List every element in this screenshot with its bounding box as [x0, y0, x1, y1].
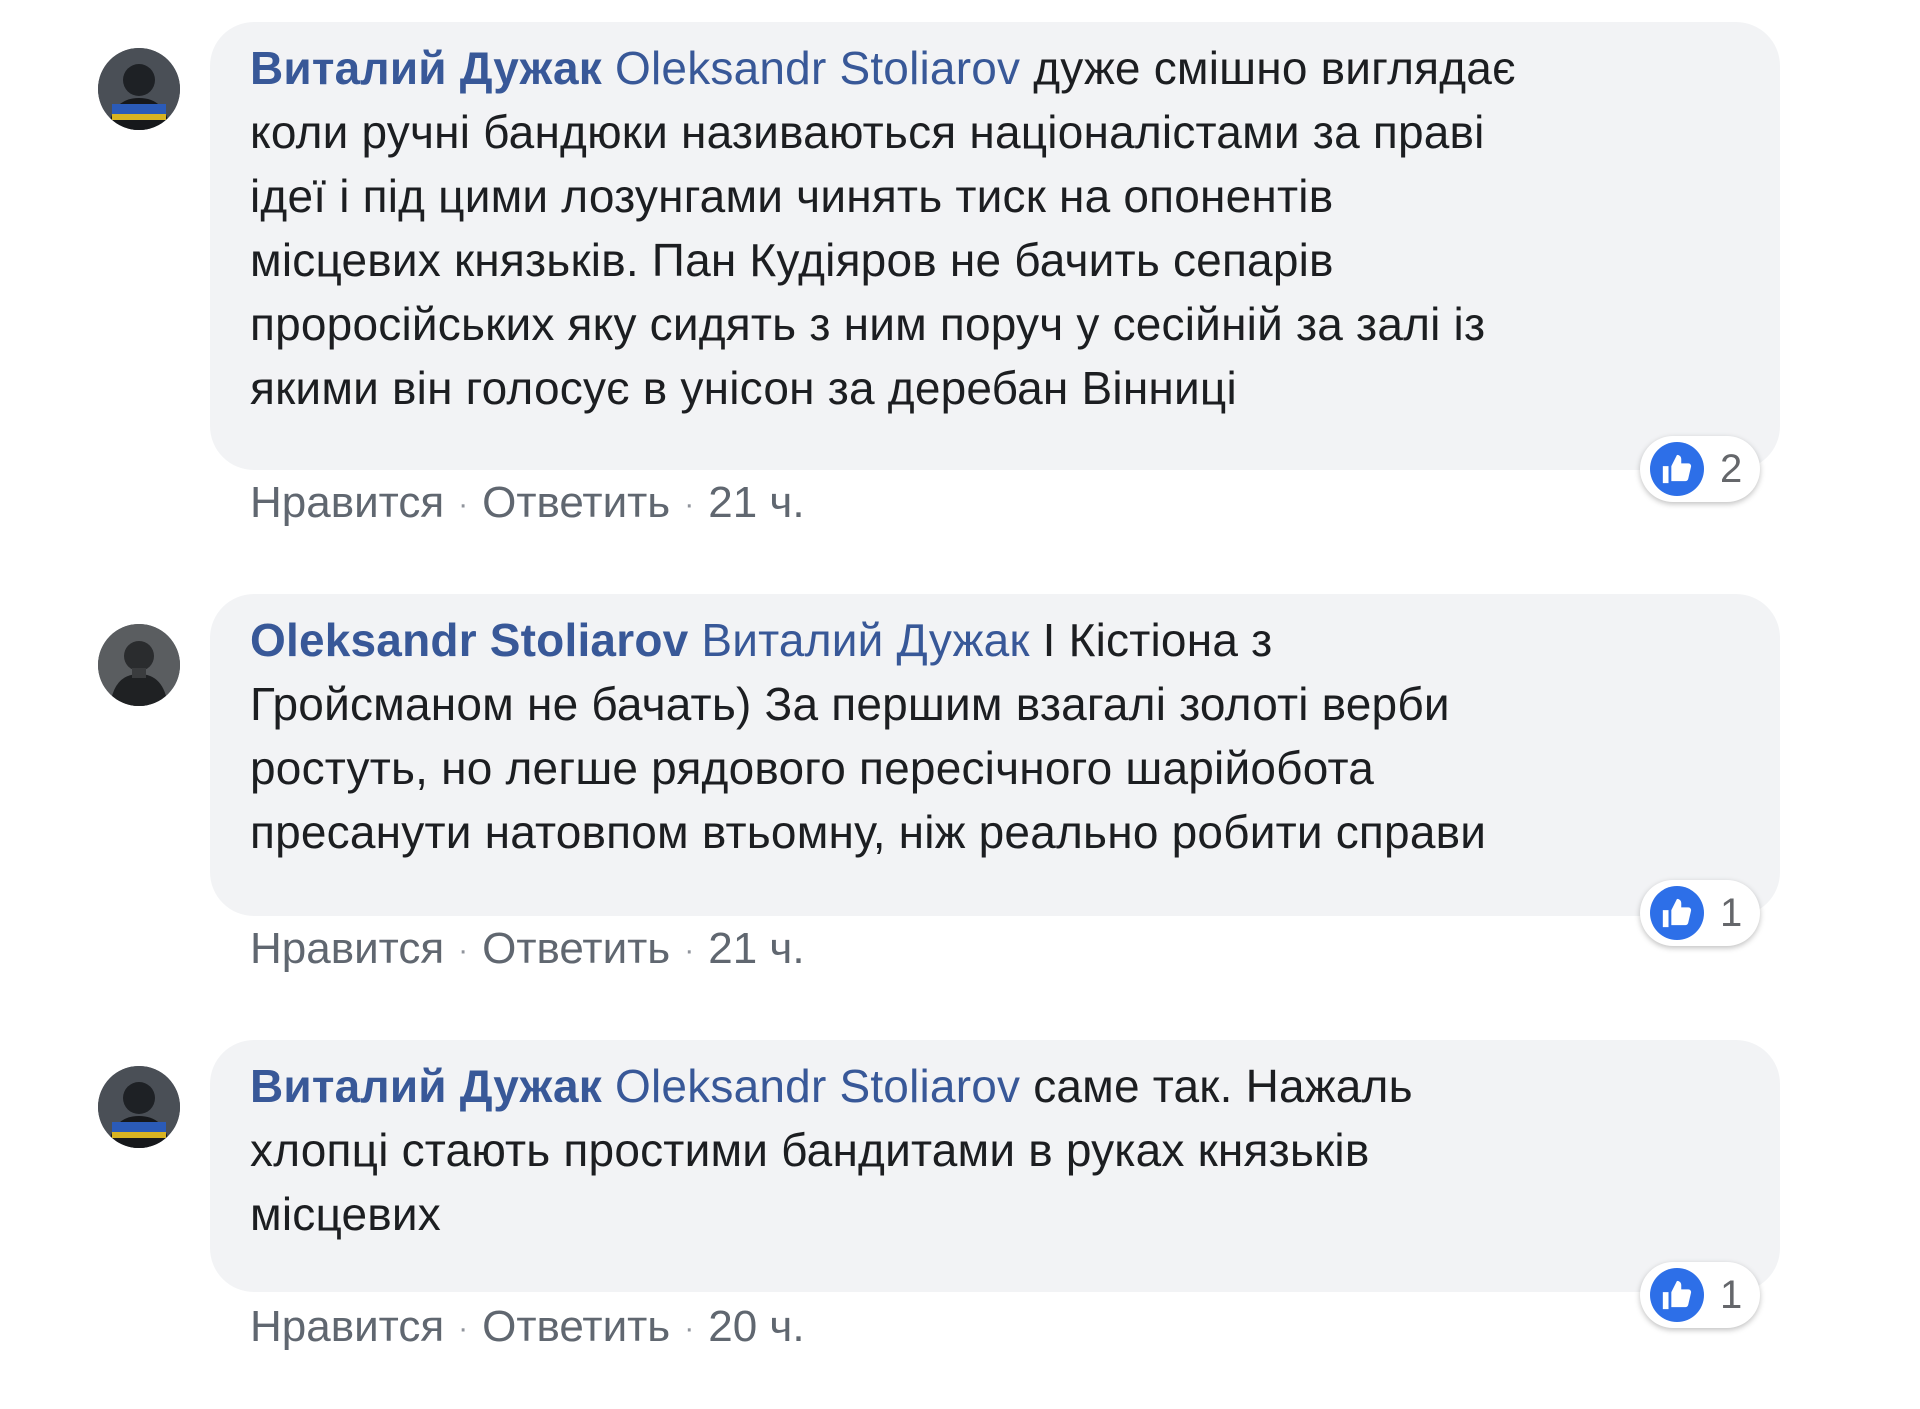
comment-mention[interactable]: Oleksandr Stoliarov	[615, 1060, 1020, 1112]
separator: ·	[684, 488, 695, 522]
comment-author[interactable]: Виталий Дужак	[250, 42, 602, 94]
comment-text-line: місцевих	[250, 1188, 441, 1240]
reaction-summary[interactable]: 1	[1640, 880, 1761, 946]
comment-text-line: місцевих князьків. Пан Кудіяров не бачит…	[250, 234, 1334, 286]
reaction-count: 1	[1720, 1272, 1743, 1317]
separator: ·	[458, 488, 469, 522]
comment-author[interactable]: Виталий Дужак	[250, 1060, 602, 1112]
reaction-summary[interactable]: 1	[1640, 1262, 1761, 1328]
separator: ·	[458, 934, 469, 968]
comment-text-line: дуже смішно виглядає	[1033, 42, 1516, 94]
comment-text-line: коли ручні бандюки називаються націоналі…	[250, 106, 1485, 158]
comment-text-line: пресанути натовпом втьомну, ніж реально …	[250, 806, 1487, 858]
comment-text-line: І Кістіона з	[1042, 614, 1273, 666]
separator: ·	[684, 934, 695, 968]
comment-text-line: проросійських яку сидять з ним поруч у с…	[250, 298, 1486, 350]
timestamp[interactable]: 21 ч.	[708, 478, 804, 527]
reaction-count: 2	[1720, 446, 1743, 491]
comment-text-line: хлопці стають простими бандитами в руках…	[250, 1124, 1370, 1176]
separator: ·	[684, 1312, 695, 1346]
reaction-count: 1	[1720, 890, 1743, 935]
comment-bubble: Виталий Дужак Oleksandr Stoliarov дуже с…	[210, 22, 1780, 470]
like-link[interactable]: Нравится	[250, 924, 444, 973]
comment-text-line: ідеї і під цими лозунгами чинять тиск на…	[250, 170, 1334, 222]
reaction-summary[interactable]: 2	[1640, 436, 1761, 502]
like-link[interactable]: Нравится	[250, 478, 444, 527]
comment-bubble: Oleksandr Stoliarov Виталий Дужак І Кіст…	[210, 594, 1780, 916]
separator: ·	[458, 1312, 469, 1346]
comment-text-line: Гройсманом не бачать) За першим взагалі …	[250, 678, 1450, 730]
avatar[interactable]	[98, 624, 180, 706]
comment-author[interactable]: Oleksandr Stoliarov	[250, 614, 688, 666]
comment-actions: Нравится · Ответить · 20 ч.	[250, 1302, 805, 1352]
avatar[interactable]	[98, 1066, 180, 1148]
reply-link[interactable]: Ответить	[482, 478, 670, 527]
comment-actions: Нравится · Ответить · 21 ч.	[250, 478, 805, 528]
comment-actions: Нравится · Ответить · 21 ч.	[250, 924, 805, 974]
reply-link[interactable]: Ответить	[482, 924, 670, 973]
timestamp[interactable]: 20 ч.	[708, 1302, 804, 1351]
timestamp[interactable]: 21 ч.	[708, 924, 804, 973]
comment-mention[interactable]: Виталий Дужак	[701, 614, 1029, 666]
comment-text-line: якими він голосує в унісон за деребан Ві…	[250, 362, 1237, 414]
avatar[interactable]	[98, 48, 180, 130]
thumbs-up-icon	[1650, 886, 1704, 940]
reply-link[interactable]: Ответить	[482, 1302, 670, 1351]
like-link[interactable]: Нравится	[250, 1302, 444, 1351]
comment-text-line: ростуть, но легше рядового пересічного ш…	[250, 742, 1374, 794]
thumbs-up-icon	[1650, 442, 1704, 496]
comment-mention[interactable]: Oleksandr Stoliarov	[615, 42, 1020, 94]
comment-text-line: саме так. Нажаль	[1033, 1060, 1413, 1112]
thumbs-up-icon	[1650, 1268, 1704, 1322]
comment-bubble: Виталий Дужак Oleksandr Stoliarov саме т…	[210, 1040, 1780, 1292]
